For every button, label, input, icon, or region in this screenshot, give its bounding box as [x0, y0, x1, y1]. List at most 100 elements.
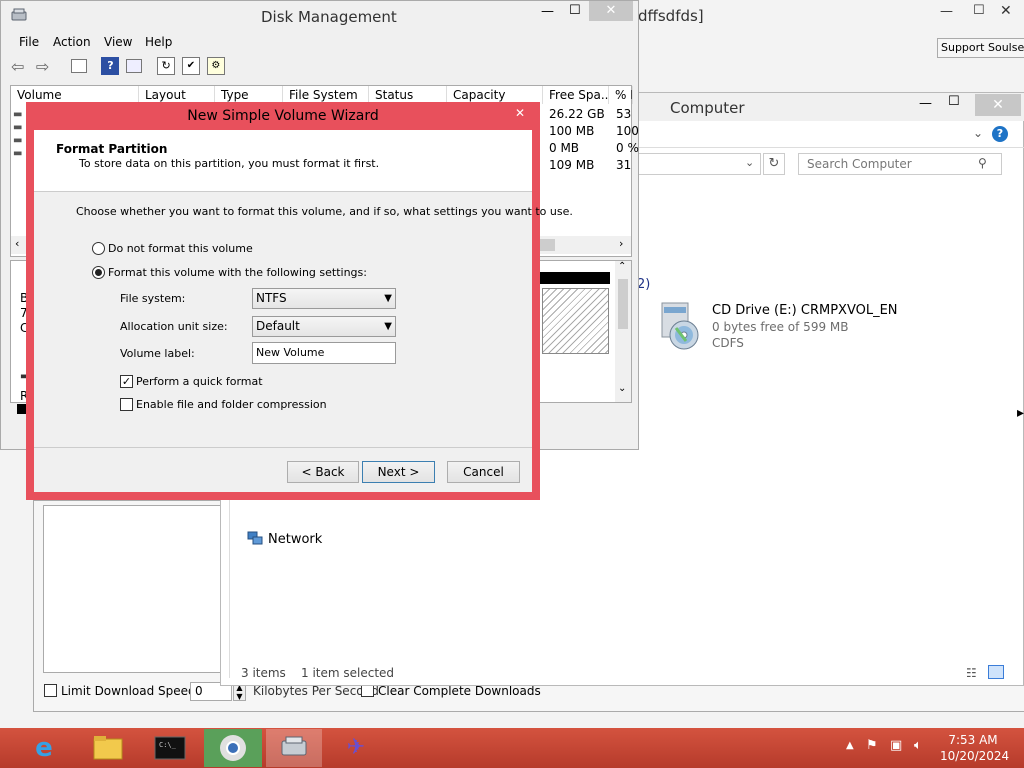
status-selected: 1 item selected: [301, 666, 395, 680]
file-system-value: NTFS: [256, 291, 287, 305]
explorer-title: Computer: [670, 99, 745, 117]
limit-speed-checkbox[interactable]: [44, 684, 57, 697]
disk-mgmt-minimize-button[interactable]: —: [541, 4, 554, 19]
volume-label-label: Volume label:: [120, 347, 195, 360]
clock-date[interactable]: 10/20/2024: [940, 749, 1009, 763]
chevron-down-icon: ▼: [384, 293, 392, 304]
back-button[interactable]: < Back: [287, 461, 359, 483]
wizard-footer-divider: [34, 447, 532, 448]
table-row-pct: 0 %: [616, 141, 639, 155]
ribbon-expand-icon[interactable]: ⌄: [973, 126, 983, 140]
soulseek-title-fragment: dffsdfds]: [638, 7, 704, 25]
network-tray-icon[interactable]: ▣: [890, 738, 902, 753]
search-input[interactable]: Search Computer: [798, 153, 1002, 175]
volume-tray-icon[interactable]: 🔈︎: [914, 738, 922, 753]
rescan-icon[interactable]: ⚙: [206, 57, 225, 75]
wizard-header: Format Partition To store data on this p…: [34, 130, 532, 192]
col-percent-free[interactable]: % F: [609, 86, 633, 104]
help-icon[interactable]: ?: [992, 126, 1008, 142]
large-icons-view-icon[interactable]: [988, 665, 1004, 679]
network-icon[interactable]: [247, 530, 263, 546]
cd-drive-icon[interactable]: [658, 301, 706, 351]
forward-arrow-icon[interactable]: ⇨: [36, 57, 54, 76]
soulseek-left-list: [43, 505, 221, 673]
scroll-left-icon[interactable]: ‹: [15, 237, 19, 250]
show-pane-icon[interactable]: [126, 59, 143, 73]
show-hidden-icons-icon[interactable]: ▲: [846, 740, 854, 751]
action-center-flag-icon[interactable]: ⚑: [866, 738, 878, 753]
wizard-body: Format Partition To store data on this p…: [34, 130, 573, 492]
details-view-icon[interactable]: ☷: [966, 666, 977, 680]
chrome-icon[interactable]: [204, 729, 262, 767]
cd-drive-name[interactable]: CD Drive (E:) CRMPXVOL_EN: [712, 303, 898, 318]
compression-label[interactable]: Enable file and folder compression: [136, 398, 327, 411]
do-not-format-label[interactable]: Do not format this volume: [108, 242, 253, 255]
chevron-down-icon: ▼: [384, 321, 392, 332]
status-items: 3 items: [241, 666, 286, 680]
limit-speed-label: Limit Download Speed to: [61, 684, 212, 698]
allocation-size-value: Default: [256, 319, 300, 333]
section-header-fragment: 2): [637, 277, 651, 292]
volume-row-icons: ▬ ▬ ▬ ▬: [13, 109, 23, 159]
explorer-maximize-button[interactable]: ☐: [948, 94, 960, 109]
menu-view[interactable]: View: [104, 35, 132, 49]
file-system-label: File system:: [120, 292, 186, 305]
table-row-free: 0 MB: [549, 141, 580, 155]
taskbar: e C:\_ ✈ ▲ ⚑ ▣ 🔈︎ 7:53 AM 10/20/2024: [0, 728, 1024, 768]
table-row-pct: 53: [616, 107, 632, 121]
console-tree-icon[interactable]: [70, 59, 87, 73]
file-system-select[interactable]: NTFS ▼: [252, 288, 396, 309]
volume-label-input[interactable]: New Volume: [252, 342, 396, 364]
table-row-free: 100 MB: [549, 124, 595, 138]
compression-checkbox[interactable]: [120, 398, 133, 411]
next-button[interactable]: Next >: [362, 461, 435, 483]
command-prompt-icon[interactable]: C:\_: [142, 731, 198, 765]
menu-help[interactable]: Help: [145, 35, 172, 49]
disk-mgmt-close-button[interactable]: ✕: [589, 1, 633, 21]
menu-action[interactable]: Action: [53, 35, 91, 49]
allocation-size-select[interactable]: Default ▼: [252, 316, 396, 337]
network-label[interactable]: Network: [268, 532, 322, 547]
scroll-down-icon[interactable]: ⌄: [618, 383, 626, 394]
disk-mgmt-title: Disk Management: [261, 8, 397, 26]
table-row-free: 26.22 GB: [549, 107, 605, 121]
col-free-space[interactable]: Free Spa...: [543, 86, 609, 104]
format-volume-radio[interactable]: [92, 266, 105, 279]
explorer-minimize-button[interactable]: —: [919, 96, 932, 111]
vertical-scrollbar[interactable]: ⌃ ⌄: [615, 261, 631, 402]
menu-file[interactable]: File: [19, 35, 39, 49]
scroll-up-icon[interactable]: ⌃: [618, 261, 626, 272]
format-volume-label[interactable]: Format this volume with the following se…: [108, 266, 367, 279]
wizard-title: New Simple Volume Wizard: [187, 108, 379, 124]
quick-format-label[interactable]: Perform a quick format: [136, 375, 263, 388]
do-not-format-radio[interactable]: [92, 242, 105, 255]
soulseek-maximize-button[interactable]: ☐: [973, 3, 985, 18]
partition-hatched[interactable]: [542, 288, 609, 354]
cd-drive-fs: CDFS: [712, 336, 744, 350]
soulseek-minimize-button[interactable]: —: [940, 4, 953, 19]
refresh-icon[interactable]: ↻: [763, 153, 785, 175]
wizard-heading: Format Partition: [56, 142, 168, 156]
help-book-icon[interactable]: ?: [101, 57, 120, 75]
support-soulseek-button[interactable]: Support Soulseek: [937, 38, 1024, 58]
table-row-pct: 31: [616, 158, 632, 172]
file-explorer-icon[interactable]: [80, 731, 136, 765]
clock-time[interactable]: 7:53 AM: [946, 733, 1000, 747]
explorer-close-button[interactable]: ✕: [975, 94, 1021, 116]
disk-mgmt-maximize-button[interactable]: ☐: [569, 3, 581, 18]
scroll-right-icon[interactable]: ›: [619, 237, 623, 250]
soulseek-bird-icon[interactable]: ✈: [328, 731, 384, 765]
wizard-close-button[interactable]: ✕: [504, 103, 536, 123]
address-dropdown-icon[interactable]: ⌄: [745, 156, 754, 169]
search-icon[interactable]: ⚲: [978, 156, 987, 170]
toolbar: ⇦ ⇨ ? ↻ ✔ ⚙: [11, 57, 228, 79]
disk-management-taskbar-icon[interactable]: [266, 729, 322, 767]
refresh-disks-icon[interactable]: ↻: [157, 57, 176, 75]
ie-icon[interactable]: e: [20, 730, 68, 766]
cancel-button[interactable]: Cancel: [447, 461, 520, 483]
soulseek-close-button[interactable]: ✕: [1000, 3, 1012, 19]
quick-format-checkbox[interactable]: ✓: [120, 375, 133, 388]
scroll-thumb[interactable]: [618, 279, 628, 329]
properties-icon[interactable]: ✔: [181, 57, 200, 75]
back-arrow-icon[interactable]: ⇦: [11, 57, 29, 76]
